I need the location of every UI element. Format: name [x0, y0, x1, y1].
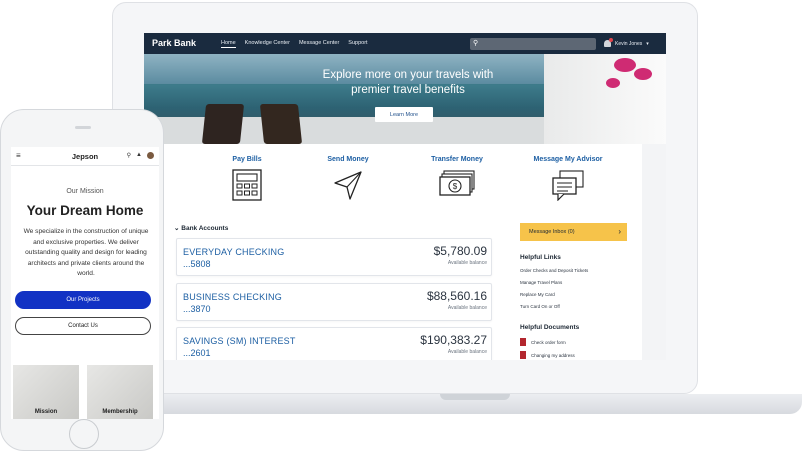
laptop-notch: [440, 394, 510, 400]
account-balance-label: Available balance: [447, 349, 487, 355]
helpful-link-card-toggle[interactable]: Turn Card On or Off: [520, 304, 560, 309]
card-label: Membership: [102, 409, 138, 415]
quick-action-label: Transfer Money: [431, 156, 483, 163]
chevron-right-icon: ›: [618, 227, 621, 236]
svg-text:$: $: [453, 182, 458, 191]
mission-card[interactable]: Mission: [13, 365, 79, 419]
phone-home-button[interactable]: [69, 419, 99, 449]
mission-description: We specialize in the construction of uni…: [23, 228, 149, 277]
document-label: Changing my address: [531, 352, 575, 358]
contact-us-button[interactable]: Contact Us: [15, 317, 151, 335]
top-navigation-bar: Park Bank Home Knowledge Center Message …: [144, 33, 666, 54]
search-input[interactable]: ⚲: [470, 38, 596, 50]
calculator-icon: [232, 169, 262, 201]
hero-banner: Explore more on your travels with premie…: [144, 54, 666, 144]
hero-title-line: Explore more on your travels with: [322, 69, 494, 81]
quick-action-transfer-money[interactable]: Transfer Money $: [412, 156, 502, 201]
learn-more-button[interactable]: Learn More: [375, 107, 433, 122]
account-card-everyday-checking[interactable]: EVERYDAY CHECKING ...5808 $5,780.09 Avai…: [176, 238, 492, 276]
chevron-down-icon: ▾: [646, 40, 649, 47]
quick-action-label: Send Money: [327, 156, 369, 163]
notification-bell-icon[interactable]: [604, 38, 613, 47]
hero-flowers: [606, 78, 620, 88]
account-balance: $88,560.16: [426, 289, 487, 303]
device-mockup-stage: Park Bank Home Knowledge Center Message …: [0, 0, 802, 451]
search-icon: ⚲: [473, 40, 479, 47]
phone-header-icons: ⚲ ▲: [127, 152, 154, 159]
bell-icon[interactable]: ▲: [136, 152, 142, 159]
helpful-documents-heading: Helpful Documents: [520, 324, 580, 331]
account-balance: $190,383.27: [420, 333, 487, 347]
search-icon[interactable]: ⚲: [127, 152, 131, 159]
user-menu[interactable]: Kevin Jones ▾: [604, 38, 649, 47]
phone-header: ≡ Jepson ⚲ ▲: [11, 147, 159, 166]
avatar[interactable]: [147, 152, 154, 159]
nav-link-home[interactable]: Home: [221, 40, 236, 48]
account-name: BUSINESS CHECKING: [183, 292, 282, 302]
account-number: ...3870: [183, 304, 211, 314]
document-link-check-order-form[interactable]: Check order form: [520, 338, 566, 346]
account-card-savings-interest[interactable]: SAVINGS (SM) INTEREST ...2601 $190,383.2…: [176, 327, 492, 360]
account-number: ...5808: [183, 259, 211, 269]
document-label: Check order form: [531, 339, 566, 345]
membership-card[interactable]: Membership: [87, 365, 153, 419]
bank-accounts-heading[interactable]: ⌄ Bank Accounts: [174, 224, 228, 232]
helpful-link-replace-card[interactable]: Replace My Card: [520, 292, 555, 297]
notification-dot: [609, 38, 613, 42]
nav-link-support[interactable]: Support: [348, 40, 367, 48]
nav-link-knowledge-center[interactable]: Knowledge Center: [245, 40, 290, 48]
phone-speaker: [75, 126, 91, 129]
account-card-business-checking[interactable]: BUSINESS CHECKING ...3870 $88,560.16 Ava…: [176, 283, 492, 321]
brand-logo[interactable]: Park Bank: [152, 38, 196, 48]
account-balance-label: Available balance: [447, 260, 487, 266]
hero-white-wall: [544, 54, 666, 144]
quick-action-label: Message My Advisor: [533, 156, 603, 163]
dashboard-content: Pay Bills Send Money Transfer Money $ Me…: [160, 144, 642, 360]
hero-title: Explore more on your travels with premie…: [288, 68, 528, 98]
chat-bubbles-icon: [552, 170, 584, 201]
nav-link-message-center[interactable]: Message Center: [299, 40, 339, 48]
helpful-link-travel-plans[interactable]: Manage Travel Plans: [520, 280, 562, 285]
bank-accounts-title: Bank Accounts: [181, 225, 229, 232]
paper-plane-icon: [334, 171, 362, 200]
phone-screen: ≡ Jepson ⚲ ▲ Our Mission Your Dream Home…: [11, 147, 159, 419]
money-transfer-icon: $: [439, 170, 475, 196]
our-projects-button[interactable]: Our Projects: [15, 291, 151, 309]
account-balance-label: Available balance: [447, 305, 487, 311]
page-headline: Your Dream Home: [26, 203, 144, 218]
hero-flowers: [634, 68, 652, 80]
helpful-link-order-checks[interactable]: Order Checks and Deposit Tickets: [520, 268, 588, 273]
message-inbox-button[interactable]: Message Inbox (0) ›: [520, 223, 627, 241]
quick-action-message-advisor[interactable]: Message My Advisor: [523, 156, 613, 201]
laptop-screen: Park Bank Home Knowledge Center Message …: [144, 33, 666, 360]
chevron-down-icon: ⌄: [174, 225, 180, 232]
message-inbox-label: Message Inbox (0): [529, 229, 575, 235]
quick-action-send-money[interactable]: Send Money: [303, 156, 393, 201]
card-label: Mission: [34, 409, 58, 415]
account-name: SAVINGS (SM) INTEREST: [183, 336, 296, 346]
nav-links: Home Knowledge Center Message Center Sup…: [221, 40, 368, 48]
helpful-links-heading: Helpful Links: [520, 254, 561, 261]
user-name: Kevin Jones: [615, 40, 643, 47]
quick-action-label: Pay Bills: [232, 156, 262, 163]
quick-action-pay-bills[interactable]: Pay Bills: [202, 156, 292, 201]
account-name: EVERYDAY CHECKING: [183, 247, 285, 257]
account-balance: $5,780.09: [433, 244, 487, 258]
phone-frame: ≡ Jepson ⚲ ▲ Our Mission Your Dream Home…: [0, 109, 164, 451]
hero-flowers: [614, 58, 636, 72]
pdf-icon: [520, 351, 526, 359]
pdf-icon: [520, 338, 526, 346]
hero-chair: [259, 104, 303, 144]
document-link-change-address[interactable]: Changing my address: [520, 351, 575, 359]
account-number: ...2601: [183, 348, 211, 358]
hero-title-line: premier travel benefits: [351, 84, 465, 96]
hero-chair: [201, 104, 245, 144]
mission-label: Our Mission: [66, 188, 104, 195]
